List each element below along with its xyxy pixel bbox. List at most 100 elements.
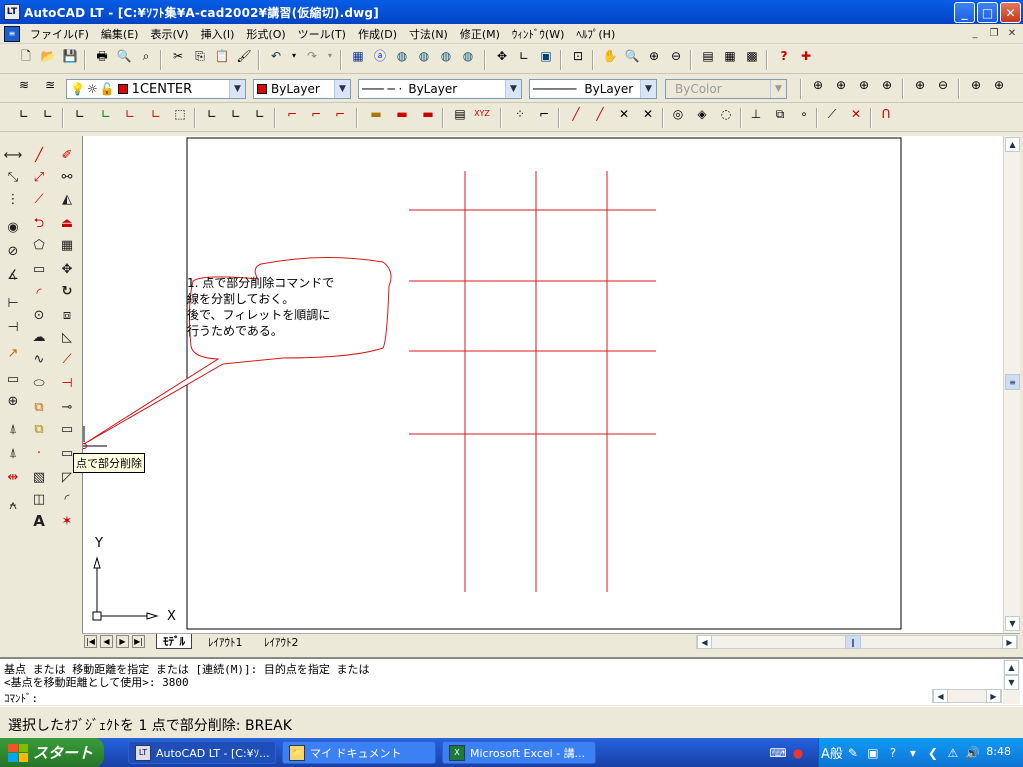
scale-icon[interactable]: ⧈: [56, 304, 78, 326]
ucs-object-icon[interactable]: ∟: [146, 104, 166, 124]
design-center-icon[interactable]: ▦: [348, 46, 368, 66]
extend-icon[interactable]: ⊸: [56, 396, 78, 418]
command-prompt[interactable]: ｺﾏﾝﾄﾞ:: [4, 690, 38, 706]
adcenter-icon[interactable]: ▦: [720, 46, 740, 66]
maximize-button[interactable]: □: [977, 2, 998, 23]
task-excel[interactable]: X Microsoft Excel - 講...: [442, 741, 596, 764]
pan-realtime-icon[interactable]: ✥: [492, 46, 512, 66]
drawing-canvas[interactable]: [83, 136, 1004, 633]
point-icon[interactable]: ·: [28, 442, 50, 464]
ucs-x-icon[interactable]: ∟: [202, 104, 222, 124]
hatch-icon[interactable]: ▧: [28, 466, 50, 488]
snap-insert-icon[interactable]: ⧉: [770, 104, 790, 124]
drawing-area[interactable]: 1. 点で部分削除コマンドで 線を分割しておく。 後で、フィレットを順調に 行う…: [73, 136, 1004, 633]
paste-icon[interactable]: 📋: [212, 46, 232, 66]
hyperlink-icon[interactable]: ⓐ: [370, 46, 390, 66]
start-button[interactable]: スタート: [0, 738, 104, 767]
leader-icon[interactable]: ↗: [2, 342, 24, 364]
region-icon[interactable]: ◫: [28, 488, 50, 510]
tab-layout1[interactable]: ﾚｲｱｳﾄ1: [202, 634, 249, 649]
zoom-window-icon[interactable]: ⊕: [808, 75, 828, 95]
zoom-window-icon[interactable]: ⊕: [644, 46, 664, 66]
doc-minimize-button[interactable]: _: [968, 27, 982, 40]
arc-icon[interactable]: ◜: [28, 282, 50, 304]
copy-icon[interactable]: ⎘: [190, 46, 210, 66]
menu-draw[interactable]: 作成(D): [352, 26, 403, 42]
ellipse-icon[interactable]: ⬭: [28, 372, 50, 394]
dim-ordinate-icon[interactable]: ⌐: [330, 104, 350, 124]
redo-dropdown-icon[interactable]: ▾: [320, 46, 340, 66]
zoom-in-icon[interactable]: ⊕: [910, 75, 930, 95]
horizontal-scrollbar[interactable]: ◀ ‖ ▶: [696, 635, 1018, 649]
zoom-dynamic-icon[interactable]: ⊕: [831, 75, 851, 95]
properties-icon[interactable]: ▤: [698, 46, 718, 66]
chevron-down-icon[interactable]: ▼: [640, 80, 656, 98]
menu-format[interactable]: 形式(O): [240, 26, 291, 42]
chevron-down-icon[interactable]: ▼: [334, 80, 350, 98]
snap-quadrant-icon[interactable]: ◈: [692, 104, 712, 124]
ucs-view-icon[interactable]: ⬚: [170, 104, 190, 124]
chevron-down-icon[interactable]: ▼: [229, 80, 245, 98]
snap-none-icon[interactable]: ✕: [846, 104, 866, 124]
linetype-dropdown[interactable]: ─── ─ · ByLayer ▼: [358, 79, 522, 99]
explode-icon[interactable]: ✶: [56, 510, 78, 532]
make-object-layer-current-icon[interactable]: ≊: [40, 75, 60, 95]
layer-manager-icon[interactable]: ≋: [14, 75, 34, 95]
command-hscroll[interactable]: ◀ ▶: [932, 689, 1002, 703]
new-icon[interactable]: 🗋: [16, 46, 36, 66]
cmd-scroll-right-button[interactable]: ▶: [986, 689, 1001, 703]
dim-diameter-icon[interactable]: ⊘: [2, 240, 24, 262]
ucs-previous-icon[interactable]: ∟: [38, 104, 58, 124]
multiline-text-icon[interactable]: A: [28, 510, 50, 532]
snap-intersection-icon[interactable]: ✕: [614, 104, 634, 124]
undo-dropdown-icon[interactable]: ▾: [284, 46, 304, 66]
revcloud-icon[interactable]: ☁: [28, 326, 50, 348]
ucs-icon[interactable]: ∟: [514, 46, 534, 66]
ucs-y-icon[interactable]: ∟: [226, 104, 246, 124]
lengthen-icon[interactable]: ⟋: [56, 348, 78, 370]
ime-mode[interactable]: A般: [821, 743, 843, 762]
insert-block-icon[interactable]: ⧉: [28, 396, 50, 418]
dim-aligned-icon[interactable]: ⌐: [306, 104, 326, 124]
scroll-up-button[interactable]: ▲: [1005, 137, 1020, 152]
snap-node-icon[interactable]: ∘: [794, 104, 814, 124]
snap-midpoint-icon[interactable]: ╱: [590, 104, 610, 124]
menu-dimension[interactable]: 寸法(N): [403, 26, 454, 42]
express-icon[interactable]: ✚: [796, 46, 816, 66]
zoom-scale-icon[interactable]: ⊕: [854, 75, 874, 95]
lineweight-dropdown[interactable]: ────── ByLayer ▼: [529, 79, 657, 99]
dim-text-edit-icon[interactable]: ⍋: [2, 442, 24, 464]
cmd-scroll-up-button[interactable]: ▲: [1004, 660, 1019, 675]
dim-linear-icon[interactable]: ⟷: [2, 144, 24, 166]
toolpalette-icon[interactable]: ▩: [742, 46, 762, 66]
snap-perpendicular-icon[interactable]: ⊥: [746, 104, 766, 124]
properties-toggle-icon[interactable]: ▣: [536, 46, 556, 66]
tab-model[interactable]: ﾓﾃﾞﾙ: [156, 634, 192, 649]
text-style-icon[interactable]: ▤: [450, 104, 470, 124]
last-tab-button[interactable]: ▶|: [132, 635, 145, 648]
match-properties-icon[interactable]: 🖌: [234, 46, 254, 66]
task-autocad[interactable]: LT AutoCAD LT - [C:¥ｿ...: [128, 741, 276, 764]
dim-continue-icon[interactable]: ⊣: [2, 316, 24, 338]
first-tab-button[interactable]: |◀: [84, 635, 97, 648]
close-button[interactable]: ✕: [1000, 2, 1021, 23]
osnap-from-icon[interactable]: ⌐: [534, 104, 554, 124]
menu-insert[interactable]: 挿入(I): [195, 26, 241, 42]
layer-dropdown[interactable]: 💡 ☼ 🔓 1CENTER ▼: [66, 79, 246, 99]
network-icon[interactable]: ⚠: [945, 745, 961, 761]
tray-options-icon[interactable]: ▾: [905, 745, 921, 761]
zoom-out-icon[interactable]: ⊖: [933, 75, 953, 95]
dim-aligned-icon[interactable]: ⤡: [2, 166, 24, 188]
help-icon[interactable]: ?: [885, 745, 901, 761]
undo-icon[interactable]: ↶: [266, 46, 286, 66]
zoom-all-icon[interactable]: ⊕: [966, 75, 986, 95]
volume-icon[interactable]: 🔊: [965, 745, 981, 761]
doc-close-button[interactable]: ✕: [1005, 27, 1019, 40]
help-icon[interactable]: ?: [774, 46, 794, 66]
snap-tangent-icon[interactable]: ◌: [716, 104, 736, 124]
web-browse-icon[interactable]: ◍: [414, 46, 434, 66]
ime-pad-icon[interactable]: ▣: [865, 745, 881, 761]
scroll-right-button[interactable]: ▶: [1002, 635, 1017, 649]
fillet-icon[interactable]: ◜: [56, 488, 78, 510]
dim-continue-icon[interactable]: ▬: [392, 104, 412, 124]
